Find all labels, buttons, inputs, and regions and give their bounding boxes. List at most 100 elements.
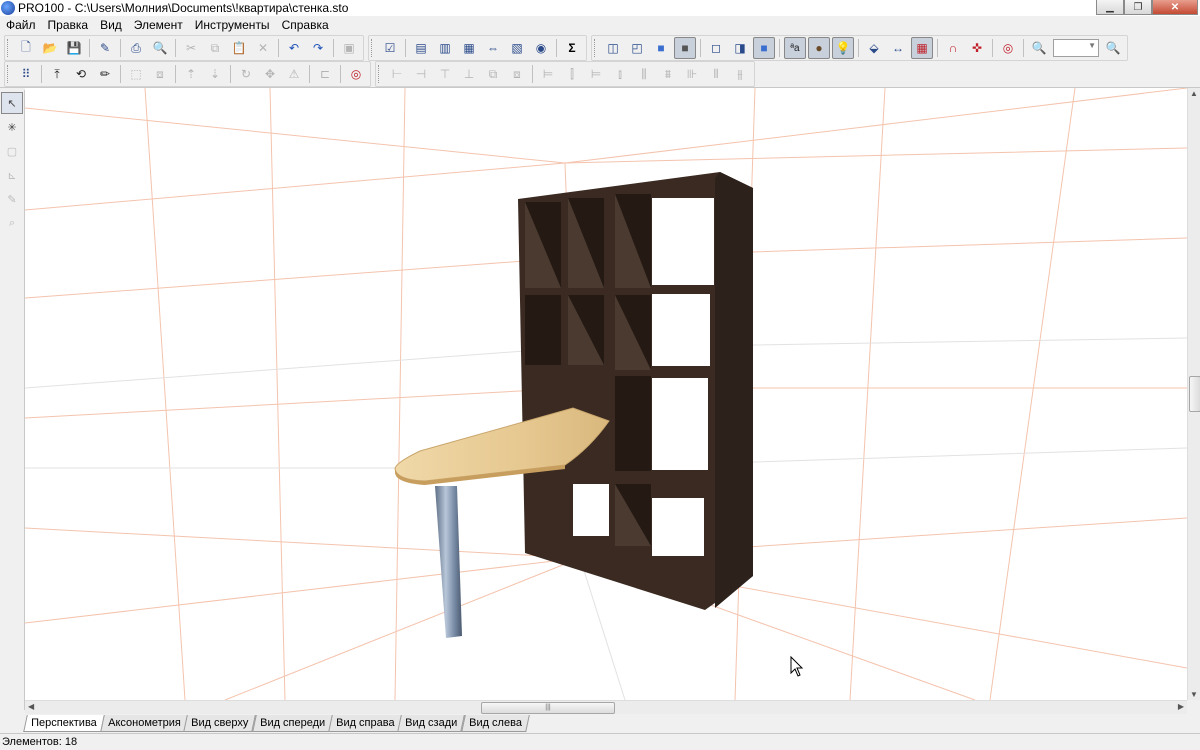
tab-top-view[interactable]: Вид сверху (183, 715, 257, 732)
edit-icon[interactable]: ✎ (1, 188, 23, 210)
tab-left-view[interactable]: Вид слева (460, 715, 530, 732)
distribute-5-icon[interactable]: ⫼ (633, 63, 655, 85)
measure-icon[interactable]: ⊾ (1, 164, 23, 186)
zoom-icon[interactable]: ⌕ (1, 212, 23, 234)
snap-target-icon[interactable]: ◎ (345, 63, 367, 85)
view-box-4-icon[interactable]: ■ (674, 37, 696, 59)
menu-help[interactable]: Справка (276, 16, 335, 34)
wireframe-2-icon[interactable]: ◨ (729, 37, 751, 59)
toolbar-grip[interactable] (378, 65, 382, 83)
view-box-1-icon[interactable]: ◫ (602, 37, 624, 59)
scene-canvas[interactable] (25, 88, 1187, 700)
menu-element[interactable]: Элемент (128, 16, 189, 34)
move-icon[interactable]: ✥ (259, 63, 281, 85)
frame-icon[interactable]: ⬚ (125, 63, 147, 85)
undo-icon[interactable]: ↶ (283, 37, 305, 59)
menu-file[interactable]: Файл (0, 16, 42, 34)
target-icon[interactable]: ◎ (997, 37, 1019, 59)
open-icon[interactable]: 📂 (39, 37, 61, 59)
menu-view[interactable]: Вид (94, 16, 128, 34)
shelving-unit[interactable] (518, 172, 753, 610)
align-top-icon[interactable]: ⊥ (458, 63, 480, 85)
close-button[interactable]: ✕ (1152, 0, 1198, 15)
horizontal-scrollbar[interactable]: ◀ ||| ▶ (25, 700, 1187, 714)
delete-icon[interactable]: ✕ (252, 37, 274, 59)
align-bottom-icon[interactable]: ⧈ (506, 63, 528, 85)
menu-tools[interactable]: Инструменты (189, 16, 276, 34)
pencil-icon[interactable]: ✏ (94, 63, 116, 85)
view-box-3-icon[interactable]: ■ (650, 37, 672, 59)
checklist-icon[interactable]: ☑ (379, 37, 401, 59)
view-box-2-icon[interactable]: ◰ (626, 37, 648, 59)
minimize-button[interactable]: ▁ (1096, 0, 1124, 15)
tab-front-view[interactable]: Вид спереди (251, 715, 333, 732)
snap-icon[interactable]: ✜ (966, 37, 988, 59)
align-icon[interactable]: ⊏ (314, 63, 336, 85)
toolbar-grip[interactable] (7, 39, 11, 57)
sum-icon[interactable]: Σ (561, 37, 583, 59)
align-vcenter-icon[interactable]: ⧉ (482, 63, 504, 85)
vertical-scroll-thumb[interactable] (1189, 376, 1200, 412)
new-icon[interactable]: 🗋 (15, 37, 37, 59)
vertical-scrollbar[interactable]: ▲ ▼ (1187, 88, 1200, 700)
report-6-icon[interactable]: ◉ (530, 37, 552, 59)
scroll-right-icon[interactable]: ▶ (1178, 702, 1184, 711)
distribute-4-icon[interactable]: ⫾ (609, 63, 631, 85)
maximize-button[interactable]: ❐ (1124, 0, 1152, 15)
magnet-icon[interactable]: ∩ (942, 37, 964, 59)
report-4-icon[interactable]: ⇔ (482, 37, 504, 59)
print-icon[interactable]: ⎙ (125, 37, 147, 59)
light-icon[interactable]: 💡 (832, 37, 854, 59)
tab-perspective[interactable]: Перспектива (23, 715, 105, 732)
warning-icon[interactable]: ⚠ (283, 63, 305, 85)
distribute-1-icon[interactable]: ⊨ (537, 63, 559, 85)
zoom-combo[interactable]: ▼ (1053, 39, 1099, 57)
toolbar-grip[interactable] (371, 39, 375, 57)
tab-axonometry[interactable]: Аксонометрия (99, 715, 189, 732)
menu-edit[interactable]: Правка (42, 16, 95, 34)
report-2-icon[interactable]: ▥ (434, 37, 456, 59)
report-3-icon[interactable]: ▦ (458, 37, 480, 59)
align-right-icon[interactable]: ⊤ (434, 63, 456, 85)
stamp-icon[interactable]: ▣ (338, 37, 360, 59)
scroll-left-icon[interactable]: ◀ (28, 702, 34, 711)
report-5-icon[interactable]: ▧ (506, 37, 528, 59)
material-icon[interactable]: ● (808, 37, 830, 59)
save-icon[interactable]: 💾 (63, 37, 85, 59)
report-1-icon[interactable]: ▤ (410, 37, 432, 59)
toolbar-grip[interactable] (594, 39, 598, 57)
lower-icon[interactable]: ⇣ (204, 63, 226, 85)
rotate-icon[interactable]: ↻ (235, 63, 257, 85)
print-preview-icon[interactable]: 🔍 (149, 37, 171, 59)
select-all-icon[interactable]: ⠿ (15, 63, 37, 85)
align-left-icon[interactable]: ⊢ (386, 63, 408, 85)
distribute-9-icon[interactable]: ⫵ (729, 63, 751, 85)
horizontal-scroll-thumb[interactable]: ||| (481, 702, 615, 714)
3d-viewport[interactable] (25, 88, 1187, 700)
explode-icon[interactable]: ✳ (1, 116, 23, 138)
tab-right-view[interactable]: Вид справа (328, 715, 403, 732)
scroll-down-icon[interactable]: ▼ (1190, 690, 1198, 699)
scroll-up-icon[interactable]: ▲ (1190, 89, 1198, 98)
copy-icon[interactable]: ⧉ (204, 37, 226, 59)
pointer-icon[interactable]: ↖ (1, 92, 23, 114)
grid-icon[interactable]: ▦ (911, 37, 933, 59)
zoom-in-icon[interactable]: 🔍 (1102, 37, 1124, 59)
paste-icon[interactable]: 📋 (228, 37, 250, 59)
distribute-3-icon[interactable]: ⊨ (585, 63, 607, 85)
distribute-7-icon[interactable]: ⊪ (681, 63, 703, 85)
cut-icon[interactable]: ✂ (180, 37, 202, 59)
tab-back-view[interactable]: Вид сзади (397, 715, 466, 732)
distribute-6-icon[interactable]: ⩩ (657, 63, 679, 85)
properties-icon[interactable]: ✎ (94, 37, 116, 59)
wireframe-3-icon[interactable]: ■ (753, 37, 775, 59)
wireframe-1-icon[interactable]: ◻ (705, 37, 727, 59)
texture-icon[interactable]: ªa (784, 37, 806, 59)
dimension-icon[interactable]: ↔ (887, 37, 909, 59)
redo-icon[interactable]: ↷ (307, 37, 329, 59)
distribute-2-icon[interactable]: ⫿ (561, 63, 583, 85)
align-hcenter-icon[interactable]: ⊣ (410, 63, 432, 85)
group-icon[interactable]: ⧈ (149, 63, 171, 85)
move-up-icon[interactable]: ⤒ (46, 63, 68, 85)
distribute-8-icon[interactable]: ⫴ (705, 63, 727, 85)
